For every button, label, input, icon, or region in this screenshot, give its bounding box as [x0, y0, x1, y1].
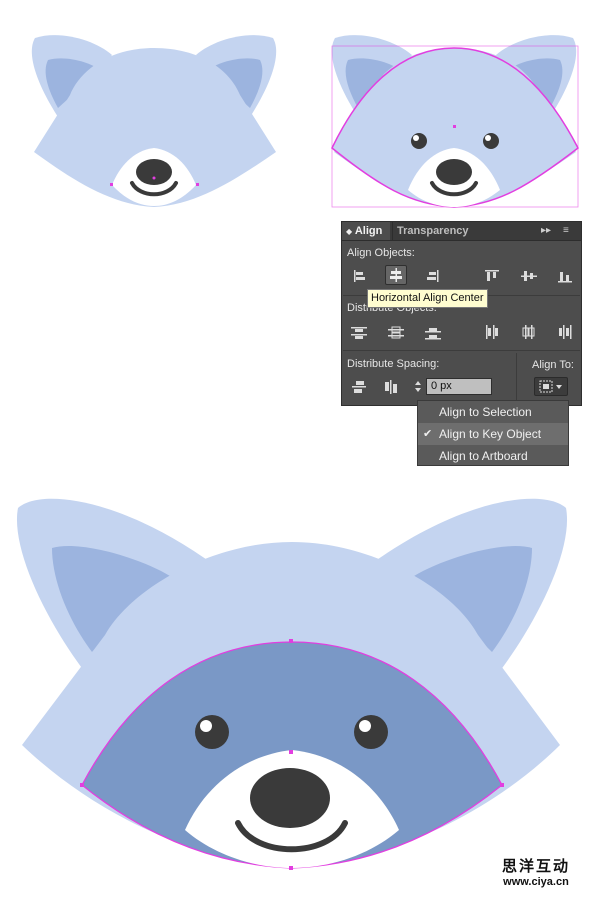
horizontal-align-center-button[interactable] — [385, 265, 407, 285]
vertical-align-bottom-button[interactable] — [554, 266, 576, 286]
align-to-menu: Align to Selection ✔ Align to Key Object… — [417, 400, 569, 466]
vertical-distribute-space-icon — [352, 381, 366, 393]
vertical-distribute-top-button[interactable] — [348, 322, 370, 342]
collapse-panel-icon[interactable]: ▸▸ — [541, 224, 551, 238]
raccoon-step-2-illustration — [300, 0, 600, 215]
raccoon-large-illustration — [0, 480, 600, 890]
spacing-input[interactable]: 0 px — [426, 378, 492, 395]
horizontal-distribute-right-button[interactable] — [554, 322, 576, 342]
horizontal-align-left-icon — [354, 270, 365, 282]
left-eye — [195, 715, 229, 749]
align-objects-label: Align Objects: — [347, 247, 415, 259]
vertical-align-center-button[interactable] — [518, 266, 540, 286]
raccoon-step-1-illustration — [0, 0, 300, 215]
tab-align[interactable]: ◆ Align — [342, 222, 390, 240]
horizontal-distribute-left-icon — [486, 325, 498, 339]
menu-item-align-to-artboard[interactable]: Align to Artboard — [418, 445, 568, 467]
horizontal-distribute-center-button[interactable] — [518, 322, 540, 342]
nose — [136, 159, 172, 185]
spacing-stepper[interactable] — [411, 378, 425, 395]
horizontal-distribute-space-button[interactable] — [380, 377, 402, 397]
vertical-align-center-icon — [521, 271, 537, 281]
section-divider — [343, 350, 580, 351]
vertical-align-top-button[interactable] — [481, 266, 503, 286]
menu-item-align-to-selection[interactable]: Align to Selection — [418, 401, 568, 423]
vertical-align-bottom-icon — [558, 272, 572, 283]
vertical-distribute-bottom-button[interactable] — [422, 322, 444, 342]
horizontal-distribute-space-icon — [385, 380, 397, 394]
checkmark-icon: ✔ — [423, 428, 433, 440]
tab-transparency[interactable]: Transparency — [392, 222, 469, 240]
tab-align-arrows-icon: ◆ — [346, 227, 353, 236]
distribute-spacing-label: Distribute Spacing: — [347, 358, 440, 370]
horizontal-distribute-right-icon — [559, 325, 572, 339]
horizontal-distribute-left-button[interactable] — [481, 322, 503, 342]
vertical-divider — [516, 353, 517, 403]
horizontal-align-left-button[interactable] — [348, 266, 370, 286]
watermark: 思洋互动 www.ciya.cn — [502, 859, 570, 888]
panel-menu-icon[interactable]: ≡ — [563, 224, 569, 238]
align-to-label: Align To: — [532, 359, 574, 371]
horizontal-align-right-button[interactable] — [422, 266, 444, 286]
watermark-cn: 思洋互动 — [501, 858, 570, 876]
vertical-distribute-space-button[interactable] — [348, 377, 370, 397]
tooltip: Horizontal Align Center — [367, 289, 488, 308]
right-eye — [354, 715, 388, 749]
vertical-align-top-icon — [485, 270, 499, 281]
align-to-key-object-icon — [539, 380, 562, 393]
panel-tabbar: ◆ Align Transparency ▸▸ ≡ — [342, 222, 581, 241]
nose — [250, 768, 330, 828]
center-point — [152, 176, 156, 180]
watermark-url: www.ciya.cn — [503, 875, 569, 888]
horizontal-align-right-icon — [427, 270, 439, 282]
vertical-distribute-center-icon — [388, 326, 404, 339]
align-to-dropdown[interactable] — [534, 377, 568, 396]
vertical-distribute-bottom-icon — [425, 328, 441, 340]
horizontal-align-center-icon — [390, 268, 402, 282]
stepper-arrows-icon — [415, 381, 421, 392]
vertical-distribute-top-icon — [351, 327, 367, 339]
horizontal-distribute-center-icon — [522, 325, 535, 339]
vertical-distribute-center-button[interactable] — [385, 322, 407, 342]
menu-item-align-to-key-object[interactable]: ✔ Align to Key Object — [418, 423, 568, 445]
